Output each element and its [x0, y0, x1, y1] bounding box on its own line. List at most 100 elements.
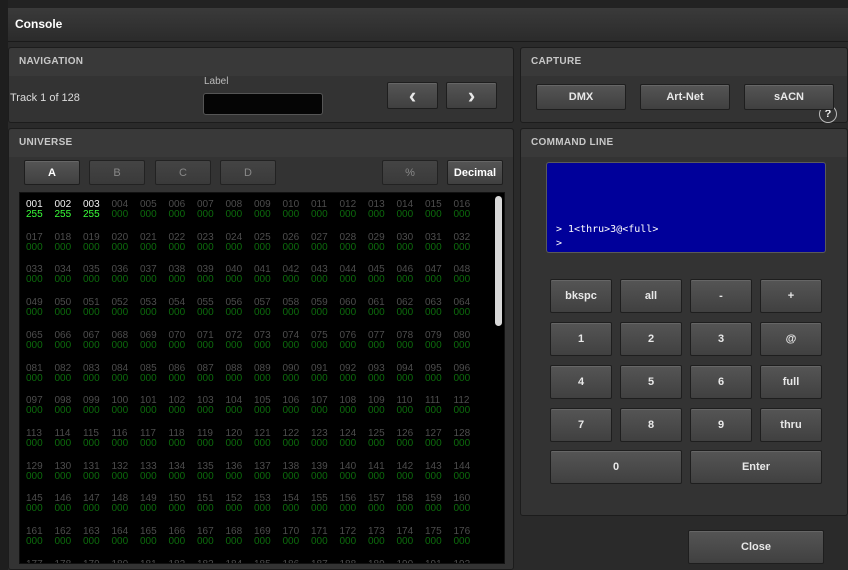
channel-cell[interactable]: 082 000 — [55, 363, 78, 384]
channel-cell[interactable]: 140 000 — [340, 461, 363, 482]
universe-tab-c[interactable]: C — [155, 160, 211, 185]
key-5[interactable]: 5 — [620, 365, 682, 399]
channel-cell[interactable]: 109 000 — [368, 396, 391, 416]
channel-cell[interactable]: 029 000 — [368, 232, 391, 253]
channel-cell[interactable]: 103 000 — [197, 396, 220, 416]
key-all[interactable]: all — [620, 279, 682, 313]
channel-cell[interactable]: 114 000 — [55, 428, 78, 449]
channel-cell[interactable]: 007 000 — [197, 200, 220, 220]
channel-cell[interactable]: 115 000 — [83, 428, 106, 449]
channel-cell[interactable]: 108 000 — [340, 396, 363, 416]
channel-cell[interactable]: 072 000 — [226, 330, 249, 351]
channel-cell[interactable]: 015 000 — [425, 200, 448, 220]
channel-cell[interactable]: 172 000 — [340, 527, 363, 547]
key-6[interactable]: 6 — [690, 365, 752, 399]
channel-cell[interactable]: 031 000 — [425, 232, 448, 253]
key-enter[interactable]: Enter — [690, 450, 822, 484]
channel-cell[interactable]: 174 000 — [397, 527, 420, 547]
channel-cell[interactable]: 009 000 — [254, 200, 277, 220]
channel-cell[interactable]: 119 000 — [197, 428, 220, 449]
channel-cell[interactable]: 167 000 — [197, 527, 220, 547]
channel-cell[interactable]: 182 — [169, 559, 192, 563]
key-2[interactable]: 2 — [620, 322, 682, 356]
channel-cell[interactable]: 150 000 — [169, 494, 192, 514]
channel-cell[interactable]: 096 000 — [454, 363, 477, 384]
universe-tab-a[interactable]: A — [24, 160, 80, 185]
channel-cell[interactable]: 164 000 — [112, 527, 135, 547]
channel-cell[interactable]: 133 000 — [140, 461, 163, 482]
channel-cell[interactable]: 165 000 — [140, 527, 163, 547]
channel-cell[interactable]: 083 000 — [83, 363, 106, 384]
channel-cell[interactable]: 023 000 — [197, 232, 220, 253]
channel-cell[interactable]: 095 000 — [425, 363, 448, 384]
channel-cell[interactable]: 123 000 — [311, 428, 334, 449]
channel-cell[interactable]: 014 000 — [397, 200, 420, 220]
channel-cell[interactable]: 033 000 — [26, 265, 49, 285]
channel-cell[interactable]: 043 000 — [311, 265, 334, 285]
channel-cell[interactable]: 113 000 — [26, 428, 49, 449]
channel-cell[interactable]: 074 000 — [283, 330, 306, 351]
channel-cell[interactable]: 122 000 — [283, 428, 306, 449]
channel-cell[interactable]: 093 000 — [368, 363, 391, 384]
channel-cell[interactable]: 001 255 — [26, 200, 49, 220]
channel-cell[interactable]: 126 000 — [397, 428, 420, 449]
channel-cell[interactable]: 151 000 — [197, 494, 220, 514]
channel-cell[interactable]: 075 000 — [311, 330, 334, 351]
channel-cell[interactable]: 035 000 — [83, 265, 106, 285]
channel-cell[interactable]: 058 000 — [283, 298, 306, 318]
key-3[interactable]: 3 — [690, 322, 752, 356]
universe-tab-b[interactable]: B — [89, 160, 145, 185]
channel-cell[interactable]: 138 000 — [283, 461, 306, 482]
universe-tab-d[interactable]: D — [220, 160, 276, 185]
channel-cell[interactable]: 073 000 — [254, 330, 277, 351]
channel-cell[interactable]: 152 000 — [226, 494, 249, 514]
key-full[interactable]: full — [760, 365, 822, 399]
channel-cell[interactable]: 171 000 — [311, 527, 334, 547]
channel-cell[interactable]: 166 000 — [169, 527, 192, 547]
channel-cell[interactable]: 018 000 — [55, 232, 78, 253]
channel-cell[interactable]: 063 000 — [425, 298, 448, 318]
key-at[interactable]: @ — [760, 322, 822, 356]
channel-cell[interactable]: 146 000 — [55, 494, 78, 514]
channel-cell[interactable]: 156 000 — [340, 494, 363, 514]
channel-cell[interactable]: 070 000 — [169, 330, 192, 351]
channel-cell[interactable]: 076 000 — [340, 330, 363, 351]
key-9[interactable]: 9 — [690, 408, 752, 442]
channel-cell[interactable]: 154 000 — [283, 494, 306, 514]
channel-cell[interactable]: 079 000 — [425, 330, 448, 351]
channel-cell[interactable]: 189 — [368, 559, 391, 563]
channel-cell[interactable]: 190 — [397, 559, 420, 563]
channel-cell[interactable]: 030 000 — [397, 232, 420, 253]
channel-cell[interactable]: 004 000 — [112, 200, 135, 220]
channel-cell[interactable]: 160 000 — [454, 494, 477, 514]
channel-cell[interactable]: 027 000 — [311, 232, 334, 253]
channel-cell[interactable]: 021 000 — [140, 232, 163, 253]
channel-cell[interactable]: 137 000 — [254, 461, 277, 482]
channel-cell[interactable]: 025 000 — [254, 232, 277, 253]
channel-cell[interactable]: 128 000 — [454, 428, 477, 449]
channel-cell[interactable]: 120 000 — [226, 428, 249, 449]
channel-cell[interactable]: 034 000 — [55, 265, 78, 285]
channel-cell[interactable]: 175 000 — [425, 527, 448, 547]
channel-cell[interactable]: 106 000 — [283, 396, 306, 416]
channel-cell[interactable]: 052 000 — [112, 298, 135, 318]
channel-cell[interactable]: 116 000 — [112, 428, 135, 449]
channel-cell[interactable]: 024 000 — [226, 232, 249, 253]
channel-cell[interactable]: 186 — [283, 559, 306, 563]
channel-cell[interactable]: 155 000 — [311, 494, 334, 514]
key-thru[interactable]: thru — [760, 408, 822, 442]
channel-cell[interactable]: 069 000 — [140, 330, 163, 351]
channel-cell[interactable]: 118 000 — [169, 428, 192, 449]
channel-cell[interactable]: 011 000 — [311, 200, 334, 220]
channel-cell[interactable]: 125 000 — [368, 428, 391, 449]
channel-cell[interactable]: 111 000 — [425, 396, 448, 416]
channel-cell[interactable]: 037 000 — [140, 265, 163, 285]
channel-cell[interactable]: 020 000 — [112, 232, 135, 253]
channel-cell[interactable]: 056 000 — [226, 298, 249, 318]
channel-cell[interactable]: 143 000 — [425, 461, 448, 482]
channel-cell[interactable]: 178 — [55, 559, 78, 563]
channel-cell[interactable]: 064 000 — [454, 298, 477, 318]
prev-track-button[interactable]: ‹ — [387, 82, 438, 109]
channel-cell[interactable]: 177 — [26, 559, 49, 563]
channel-cell[interactable]: 181 — [140, 559, 163, 563]
